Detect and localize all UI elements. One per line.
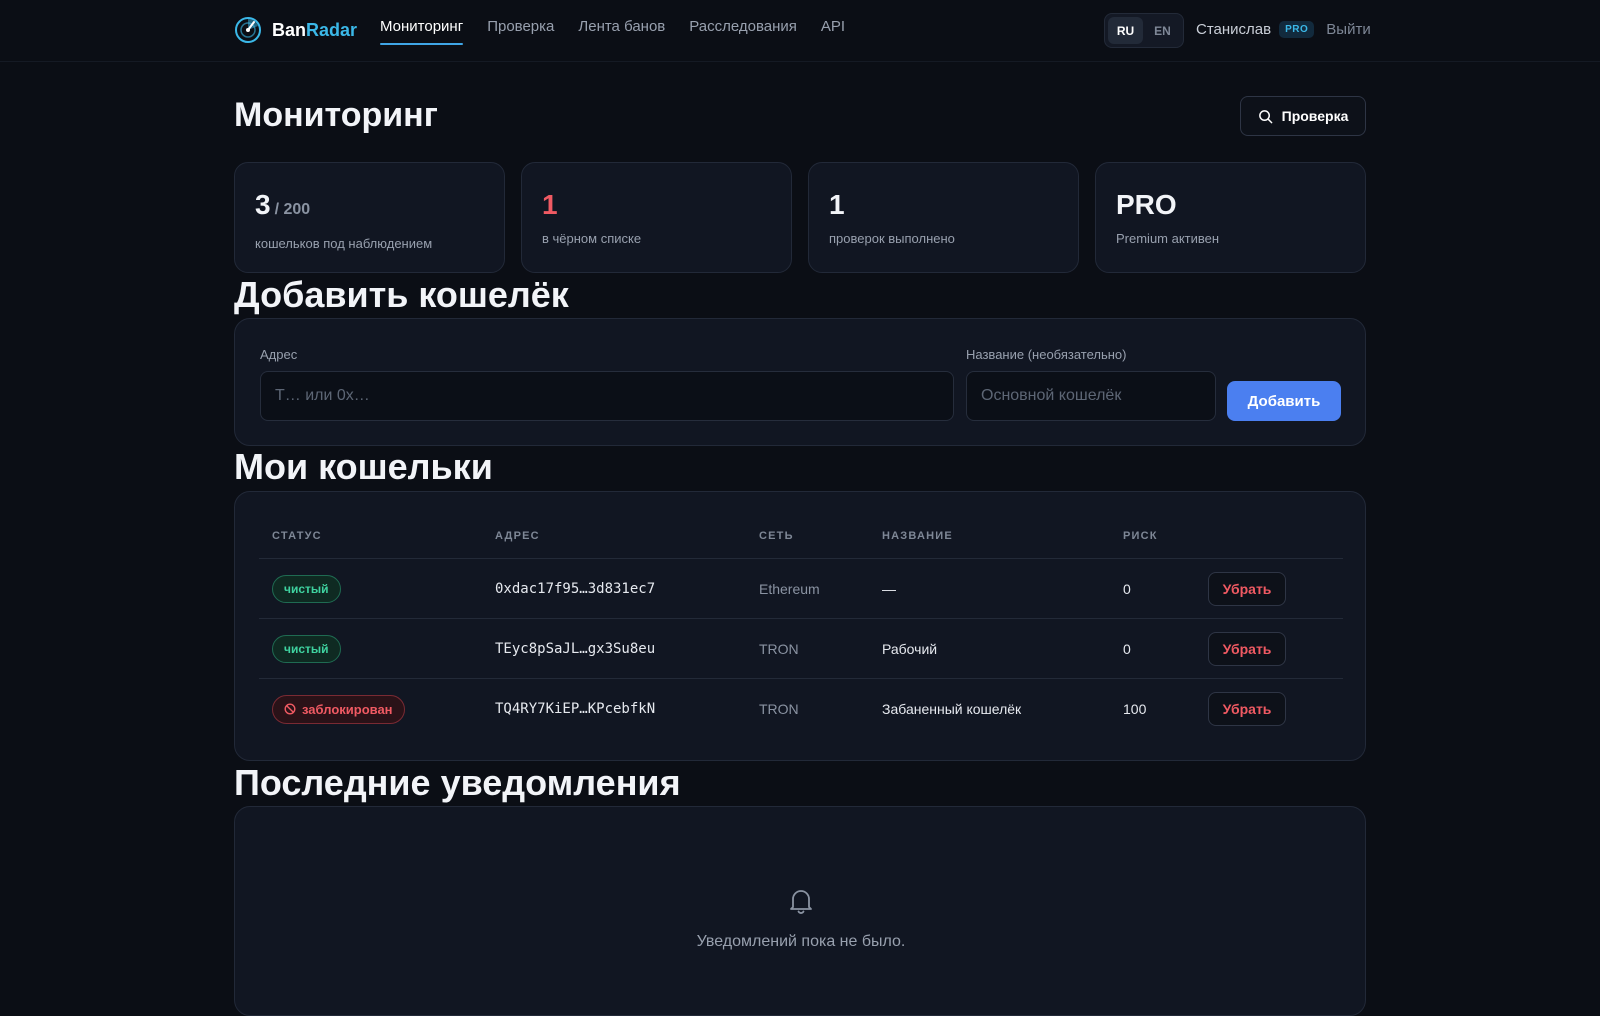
wallets-title: Мои кошельки — [234, 446, 493, 487]
blocked-icon — [284, 703, 296, 715]
add-wallet-button[interactable]: Добавить — [1227, 381, 1341, 421]
notifications-empty-state: Уведомлений пока не было. — [235, 887, 1367, 951]
stat-limit: / 200 — [274, 201, 311, 218]
name-input[interactable] — [966, 371, 1216, 421]
logo[interactable]: BanRadar — [234, 16, 357, 44]
lang-en-button[interactable]: EN — [1145, 17, 1180, 44]
wallets-panel: СТАТУС АДРЕС СЕТЬ НАЗВАНИЕ РИСК чистый 0… — [234, 491, 1366, 761]
stat-value: 1 — [829, 189, 845, 220]
address-input[interactable] — [260, 371, 954, 421]
wallet-risk: 0 — [1123, 581, 1131, 597]
table-row: чистый TEyc8pSaJL…gx3Su8eu TRON Рабочий … — [259, 618, 1343, 678]
wallet-name: Рабочий — [882, 641, 938, 657]
stat-card-checks: 1 проверок выполнено — [808, 162, 1079, 273]
column-header-name: НАЗВАНИЕ — [882, 530, 953, 542]
stat-card-plan: PRO Premium активен — [1095, 162, 1366, 273]
stat-value: 1 — [542, 189, 558, 220]
wallet-name: Забаненный кошелёк — [882, 701, 1022, 717]
check-button-label: Проверка — [1281, 108, 1349, 124]
stat-label: кошельков под наблюдением — [255, 236, 433, 251]
stat-card-blacklist: 1 в чёрном списке — [521, 162, 792, 273]
main-nav: Мониторинг Проверка Лента банов Расследо… — [380, 18, 845, 45]
column-header-address: АДРЕС — [495, 530, 540, 542]
wallet-address: 0xdac17f95…3d831ec7 — [495, 581, 656, 597]
stat-label: в чёрном списке — [542, 231, 642, 246]
wallet-risk: 0 — [1123, 641, 1131, 657]
check-button[interactable]: Проверка — [1240, 96, 1366, 136]
wallet-address: TEyc8pSaJL…gx3Su8eu — [495, 641, 656, 657]
lang-ru-button[interactable]: RU — [1108, 17, 1143, 44]
page-title: Мониторинг — [234, 96, 438, 134]
nav-item-check[interactable]: Проверка — [487, 18, 554, 45]
stat-label: Premium активен — [1116, 231, 1220, 246]
wallet-name: — — [882, 581, 896, 597]
status-badge-label: заблокирован — [302, 701, 393, 717]
nav-item-ban-feed[interactable]: Лента банов — [578, 18, 665, 45]
top-bar: BanRadar Мониторинг Проверка Лента банов… — [0, 0, 1600, 62]
empty-state-text: Уведомлений пока не было. — [696, 933, 906, 950]
wallet-network: Ethereum — [759, 581, 820, 597]
nav-item-api[interactable]: API — [821, 18, 845, 45]
status-badge: чистый — [272, 635, 341, 663]
stat-value: PRO — [1116, 189, 1177, 220]
logout-link[interactable]: Выйти — [1326, 21, 1370, 38]
radar-logo-icon — [235, 17, 261, 43]
stat-card-watched: 3/ 200 кошельков под наблюдением — [234, 162, 505, 273]
column-header-risk: РИСК — [1123, 530, 1158, 542]
table-row: заблокирован TQ4RY7KiEP…KPcebfkN TRON За… — [259, 678, 1343, 738]
language-switcher: RU EN — [1104, 13, 1184, 48]
column-header-network: СЕТЬ — [759, 530, 794, 542]
wallet-risk: 100 — [1123, 701, 1147, 717]
notifications-title: Последние уведомления — [234, 762, 681, 803]
user-name[interactable]: Станислав — [1196, 21, 1271, 38]
address-label: Адрес — [260, 347, 298, 362]
stats-row: 3/ 200 кошельков под наблюдением 1 в чёр… — [234, 162, 1366, 273]
wallet-address: TQ4RY7KiEP…KPcebfkN — [495, 701, 656, 717]
user-menu: Станислав PRO Выйти — [1196, 21, 1371, 38]
status-badge: чистый — [272, 575, 341, 603]
wallet-network: TRON — [759, 701, 799, 717]
remove-button[interactable]: Убрать — [1208, 572, 1286, 606]
remove-button[interactable]: Убрать — [1208, 632, 1286, 666]
nav-item-investigations[interactable]: Расследования — [689, 18, 797, 45]
stat-label: проверок выполнено — [829, 231, 955, 246]
bell-icon — [790, 890, 812, 914]
name-label: Название (необязательно) — [966, 347, 1127, 362]
notifications-panel: Уведомлений пока не было. — [234, 806, 1366, 1016]
remove-button[interactable]: Убрать — [1208, 692, 1286, 726]
stat-value: 3 — [255, 189, 271, 220]
status-badge: заблокирован — [272, 694, 405, 724]
column-header-status: СТАТУС — [272, 530, 322, 542]
add-wallet-panel: Адрес Название (необязательно) Добавить — [234, 318, 1366, 446]
table-row: чистый 0xdac17f95…3d831ec7 Ethereum — 0 … — [259, 558, 1343, 618]
wallet-network: TRON — [759, 641, 799, 657]
add-wallet-title: Добавить кошелёк — [234, 274, 569, 315]
plan-badge: PRO — [1279, 21, 1315, 38]
logo-text: BanRadar — [272, 19, 358, 40]
nav-item-monitoring[interactable]: Мониторинг — [380, 18, 464, 45]
search-icon — [1258, 109, 1272, 123]
